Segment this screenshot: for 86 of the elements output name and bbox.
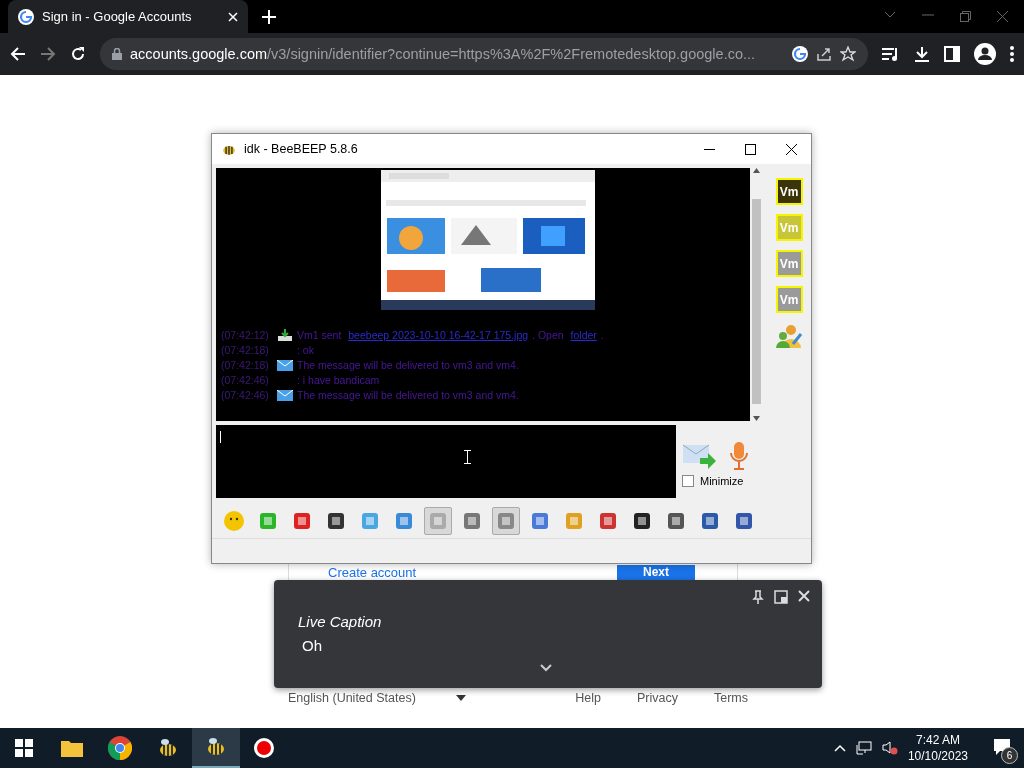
- windows-icon: [15, 739, 33, 757]
- clock-time[interactable]: 7:42 AM: [915, 733, 960, 747]
- toolbar-icon: [257, 510, 279, 532]
- toolbar-icon: [529, 510, 551, 532]
- toolbar-icon: [461, 510, 483, 532]
- dropdown-icon[interactable]: [455, 695, 466, 701]
- record-icon: [253, 737, 275, 759]
- footer-link[interactable]: Terms: [713, 691, 748, 705]
- toolbar-icon: [393, 510, 415, 532]
- network-icon[interactable]: [855, 741, 872, 755]
- folder-icon: [61, 739, 83, 757]
- restore-icon[interactable]: [960, 11, 971, 22]
- browser-tab[interactable]: Sign in - Google Accounts: [8, 0, 248, 33]
- chevron-up-icon[interactable]: [833, 744, 846, 752]
- toolbar-icon: [291, 510, 313, 532]
- google-icon: [18, 8, 34, 25]
- volume-muted-icon[interactable]: [881, 741, 898, 755]
- address-bar[interactable]: accounts.google.com/v3/signin/identifier?continue=https%3A%2F%2Fremotedesktop.google.co...: [100, 38, 868, 70]
- toolbar-icon: [563, 510, 585, 532]
- message-text: . Open: [532, 329, 565, 341]
- checkbox-label: Minimize: [700, 475, 744, 487]
- message-time: (07:42:12): [221, 329, 270, 341]
- taskbar-app[interactable]: [192, 728, 240, 768]
- maximize-icon[interactable]: [745, 143, 756, 155]
- scrollbar[interactable]: [750, 168, 763, 421]
- toolbar-icon: [223, 510, 245, 532]
- toolbar-icon: [325, 510, 347, 532]
- file-transfer-icon: [277, 328, 293, 342]
- picture-in-picture-icon[interactable]: [774, 590, 788, 604]
- toolbar-icon: [597, 510, 619, 532]
- user-button[interactable]: Vm: [775, 178, 803, 205]
- star-icon[interactable]: [840, 46, 856, 62]
- message-text: Vm1 sent: [297, 329, 343, 341]
- message-input[interactable]: [216, 425, 676, 498]
- scroll-up-icon[interactable]: [753, 168, 760, 173]
- message-text: : i have bandicam: [297, 374, 380, 386]
- message-text: : ok: [297, 344, 314, 356]
- message-text: The message will be delivered to vm3 and vm4.: [297, 389, 519, 401]
- users-group-icon[interactable]: [775, 322, 803, 350]
- chevron-down-icon[interactable]: [884, 11, 896, 19]
- scroll-down-icon[interactable]: [753, 416, 760, 421]
- message-text: The message will be delivered to vm3 and vm4.: [297, 359, 519, 371]
- footer-link[interactable]: Privacy: [637, 691, 678, 705]
- lock-icon: [112, 48, 122, 60]
- back-icon[interactable]: [10, 46, 26, 62]
- create-account-link[interactable]: Create account: [328, 565, 417, 580]
- more-icon[interactable]: [1010, 46, 1014, 62]
- microphone-icon[interactable]: [728, 441, 750, 471]
- bee-icon: [157, 737, 179, 759]
- toolbar-icon: [665, 510, 687, 532]
- close-icon[interactable]: [786, 143, 797, 155]
- toolbar-icon: [495, 510, 517, 532]
- toolbar-icon: [359, 510, 381, 532]
- window-title: idk - BeeBEEP 5.8.6: [244, 142, 358, 156]
- bee-icon: [205, 736, 227, 758]
- message-time: (07:42:18): [221, 359, 270, 371]
- expand-icon[interactable]: [540, 664, 552, 672]
- reload-icon[interactable]: [70, 46, 86, 62]
- media-icon[interactable]: [882, 46, 900, 62]
- footer-link[interactable]: Help: [575, 691, 601, 705]
- caption-text: Oh: [302, 637, 322, 654]
- next-button[interactable]: Next: [617, 565, 695, 580]
- minimize-checkbox[interactable]: [682, 475, 694, 487]
- envelope-icon: [277, 389, 293, 401]
- chrome-icon: [108, 736, 132, 760]
- language-selector[interactable]: English (United States): [288, 691, 416, 705]
- toolbar-icon: [733, 510, 755, 532]
- toolbar-icon: [699, 510, 721, 532]
- new-tab-icon[interactable]: [262, 10, 276, 24]
- clock-date[interactable]: 10/10/2023: [907, 749, 968, 763]
- toolbar-icon: [427, 510, 449, 532]
- text-cursor-icon: [464, 450, 471, 464]
- message-time: (07:42:46): [221, 389, 270, 401]
- message-text: .: [600, 329, 604, 341]
- envelope-icon: [277, 359, 293, 371]
- download-icon[interactable]: [914, 46, 930, 62]
- message-time: (07:42:46): [221, 374, 270, 386]
- caption-title: Live Caption: [298, 613, 382, 630]
- message-time: (07:42:18): [221, 344, 270, 356]
- pin-icon[interactable]: [752, 590, 764, 604]
- side-panel-icon[interactable]: [944, 46, 960, 62]
- profile-icon[interactable]: [974, 43, 996, 65]
- google-icon: [792, 46, 808, 62]
- share-icon[interactable]: [816, 46, 832, 62]
- toolbar-icon: [631, 510, 653, 532]
- forward-icon[interactable]: [40, 46, 56, 62]
